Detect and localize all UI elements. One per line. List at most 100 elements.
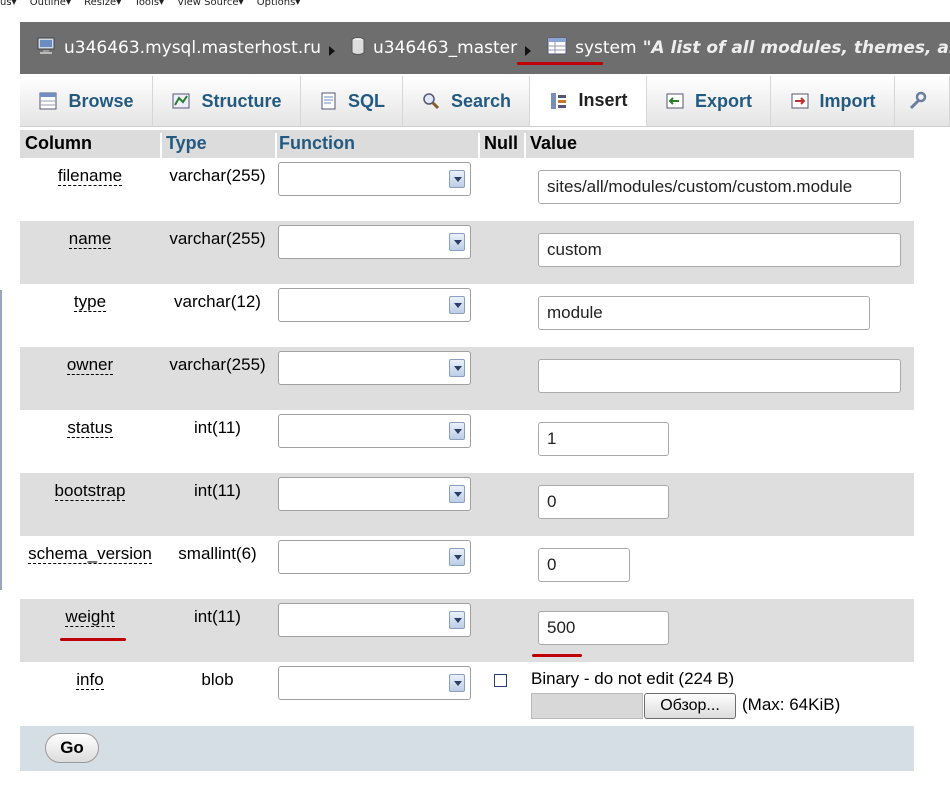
- file-path-field[interactable]: [531, 693, 643, 719]
- value-input[interactable]: sites/all/modules/custom/custom.module: [538, 170, 901, 204]
- import-icon: [790, 91, 810, 111]
- column-type: int(11): [194, 481, 241, 500]
- header-null: Null: [484, 133, 518, 153]
- server-icon: [36, 37, 56, 60]
- tab-structure[interactable]: Structure: [153, 76, 301, 126]
- column-type: int(11): [194, 418, 241, 437]
- tab-sql[interactable]: SQL: [301, 76, 403, 126]
- value-input[interactable]: 0: [538, 548, 630, 582]
- browser-toolbar: us▾ Outline▾ Resize▾ Tools▾ View Source▾…: [0, 0, 950, 10]
- table-comment: "A list of all modules, themes, and them…: [642, 38, 950, 58]
- function-select[interactable]: [278, 162, 471, 196]
- function-select[interactable]: [278, 540, 471, 574]
- breadcrumb-server[interactable]: u346463.mysql.masterhost.ru: [20, 37, 321, 60]
- max-size-label: (Max: 64KiB): [742, 695, 841, 714]
- column-name: type: [73, 292, 107, 312]
- column-type: smallint(6): [178, 544, 257, 563]
- tab-export[interactable]: Export: [647, 76, 771, 126]
- column-type: varchar(255): [169, 166, 266, 185]
- function-select[interactable]: [278, 477, 471, 511]
- table-row: type varchar(12) module: [20, 284, 914, 347]
- value-input[interactable]: 1: [538, 422, 669, 456]
- breadcrumb-server-label: u346463.mysql.masterhost.ru: [64, 38, 321, 58]
- breadcrumb-separator-icon: [525, 46, 532, 56]
- tab-label: Browse: [68, 90, 134, 111]
- column-name: schema_version: [28, 544, 152, 564]
- structure-icon: [171, 91, 191, 111]
- column-name: filename: [57, 166, 123, 186]
- value-input[interactable]: 0: [538, 485, 669, 519]
- tab-label: Insert: [578, 90, 628, 110]
- chevron-down-icon: [449, 485, 465, 503]
- function-select[interactable]: [278, 351, 471, 385]
- column-name: owner: [66, 355, 114, 375]
- column-type: varchar(255): [169, 229, 266, 248]
- table-icon: [547, 37, 567, 60]
- toolbar-item[interactable]: Options▾: [257, 0, 301, 8]
- form-footer: Go: [20, 726, 914, 771]
- chevron-down-icon: [449, 611, 465, 629]
- function-select[interactable]: [278, 414, 471, 448]
- toolbar-item[interactable]: View Source▾: [177, 0, 243, 8]
- table-row: bootstrap int(11) 0: [20, 473, 914, 536]
- table-row: schema_version smallint(6) 0: [20, 536, 914, 599]
- sql-icon: [318, 91, 338, 111]
- column-name: weight: [65, 607, 115, 627]
- tab-import[interactable]: Import: [771, 76, 895, 126]
- tab-insert[interactable]: Insert: [530, 76, 647, 126]
- table-row: info blob Binary - do not edit (224 B) О…: [20, 662, 914, 725]
- chevron-down-icon: [449, 359, 465, 377]
- column-type: varchar(12): [174, 292, 261, 311]
- annotation-underline: [532, 654, 582, 657]
- table-row: status int(11) 1: [20, 410, 914, 473]
- value-input[interactable]: 500: [538, 611, 669, 645]
- value-input[interactable]: custom: [538, 233, 901, 267]
- toolbar-item[interactable]: us▾: [0, 0, 17, 8]
- chevron-down-icon: [449, 170, 465, 188]
- go-button[interactable]: Go: [45, 733, 99, 763]
- tab-label: Export: [694, 90, 752, 111]
- breadcrumb-table-label: system: [575, 38, 637, 58]
- function-select[interactable]: [278, 666, 471, 700]
- tab-operations[interactable]: [895, 76, 950, 126]
- null-checkbox[interactable]: [494, 674, 507, 687]
- header-type[interactable]: Type: [166, 133, 207, 154]
- chevron-down-icon: [449, 548, 465, 566]
- breadcrumb: u346463.mysql.masterhost.ru u346463_mast…: [20, 22, 950, 74]
- column-type: blob: [201, 670, 234, 689]
- breadcrumb-database[interactable]: u346463_master: [341, 36, 517, 60]
- table-header: Column Type Function Null Value: [20, 130, 914, 161]
- chevron-down-icon: [449, 422, 465, 440]
- insert-icon: [548, 91, 568, 111]
- toolbar-item[interactable]: Resize▾: [84, 0, 121, 8]
- value-input[interactable]: module: [538, 296, 870, 330]
- search-icon: [421, 91, 441, 111]
- browse-file-button[interactable]: Обзор...: [644, 693, 736, 719]
- toolbar-item[interactable]: Outline▾: [30, 0, 71, 8]
- tab-browse[interactable]: Browse: [20, 76, 153, 126]
- tab-search[interactable]: Search: [403, 76, 530, 126]
- table-row: filename varchar(255) sites/all/modules/…: [20, 158, 914, 221]
- table-row: owner varchar(255): [20, 347, 914, 410]
- column-name: info: [76, 670, 104, 690]
- header-value: Value: [530, 133, 578, 153]
- chevron-down-icon: [449, 296, 465, 314]
- annotation-underline: [60, 638, 126, 641]
- breadcrumb-table[interactable]: system: [537, 37, 637, 60]
- tab-label: Search: [450, 90, 512, 111]
- function-select[interactable]: [278, 603, 471, 637]
- chevron-down-icon: [449, 233, 465, 251]
- database-icon: [351, 36, 365, 60]
- value-input[interactable]: [538, 359, 901, 393]
- header-column: Column: [25, 133, 92, 153]
- wrench-icon: [907, 91, 927, 111]
- toolbar-item[interactable]: Tools▾: [134, 0, 164, 8]
- browse-icon: [38, 91, 58, 111]
- tab-label: SQL: [347, 90, 385, 111]
- export-icon: [665, 91, 685, 111]
- table-row: name varchar(255) custom: [20, 221, 914, 284]
- function-select[interactable]: [278, 225, 471, 259]
- binary-note: Binary - do not edit (224 B): [531, 669, 735, 688]
- column-type: varchar(255): [169, 355, 266, 374]
- function-select[interactable]: [278, 288, 471, 322]
